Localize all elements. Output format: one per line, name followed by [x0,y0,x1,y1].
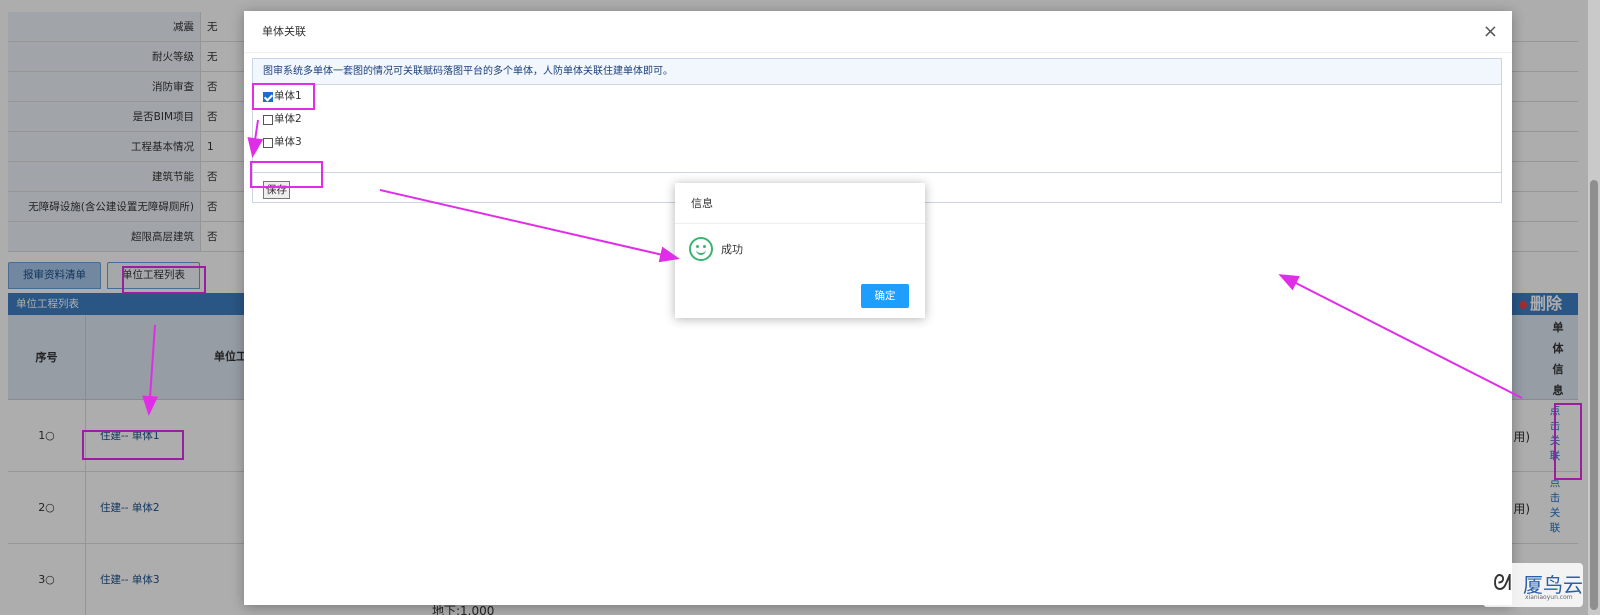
arrow-tab-to-row [142,324,159,416]
bird-icon: ᘛ [1493,571,1512,596]
arrow-check-to-save [247,119,264,158]
arrow-link-to-modal [1278,274,1523,399]
annotation-arrows [142,119,1523,416]
scrollbar-thumb[interactable] [1590,180,1598,610]
arrow-save-to-dialog [379,189,680,263]
watermark-logo: ᘛ 厦鸟云 xianiaoyun.com [1483,563,1583,607]
scrollbar[interactable] [1588,0,1600,615]
